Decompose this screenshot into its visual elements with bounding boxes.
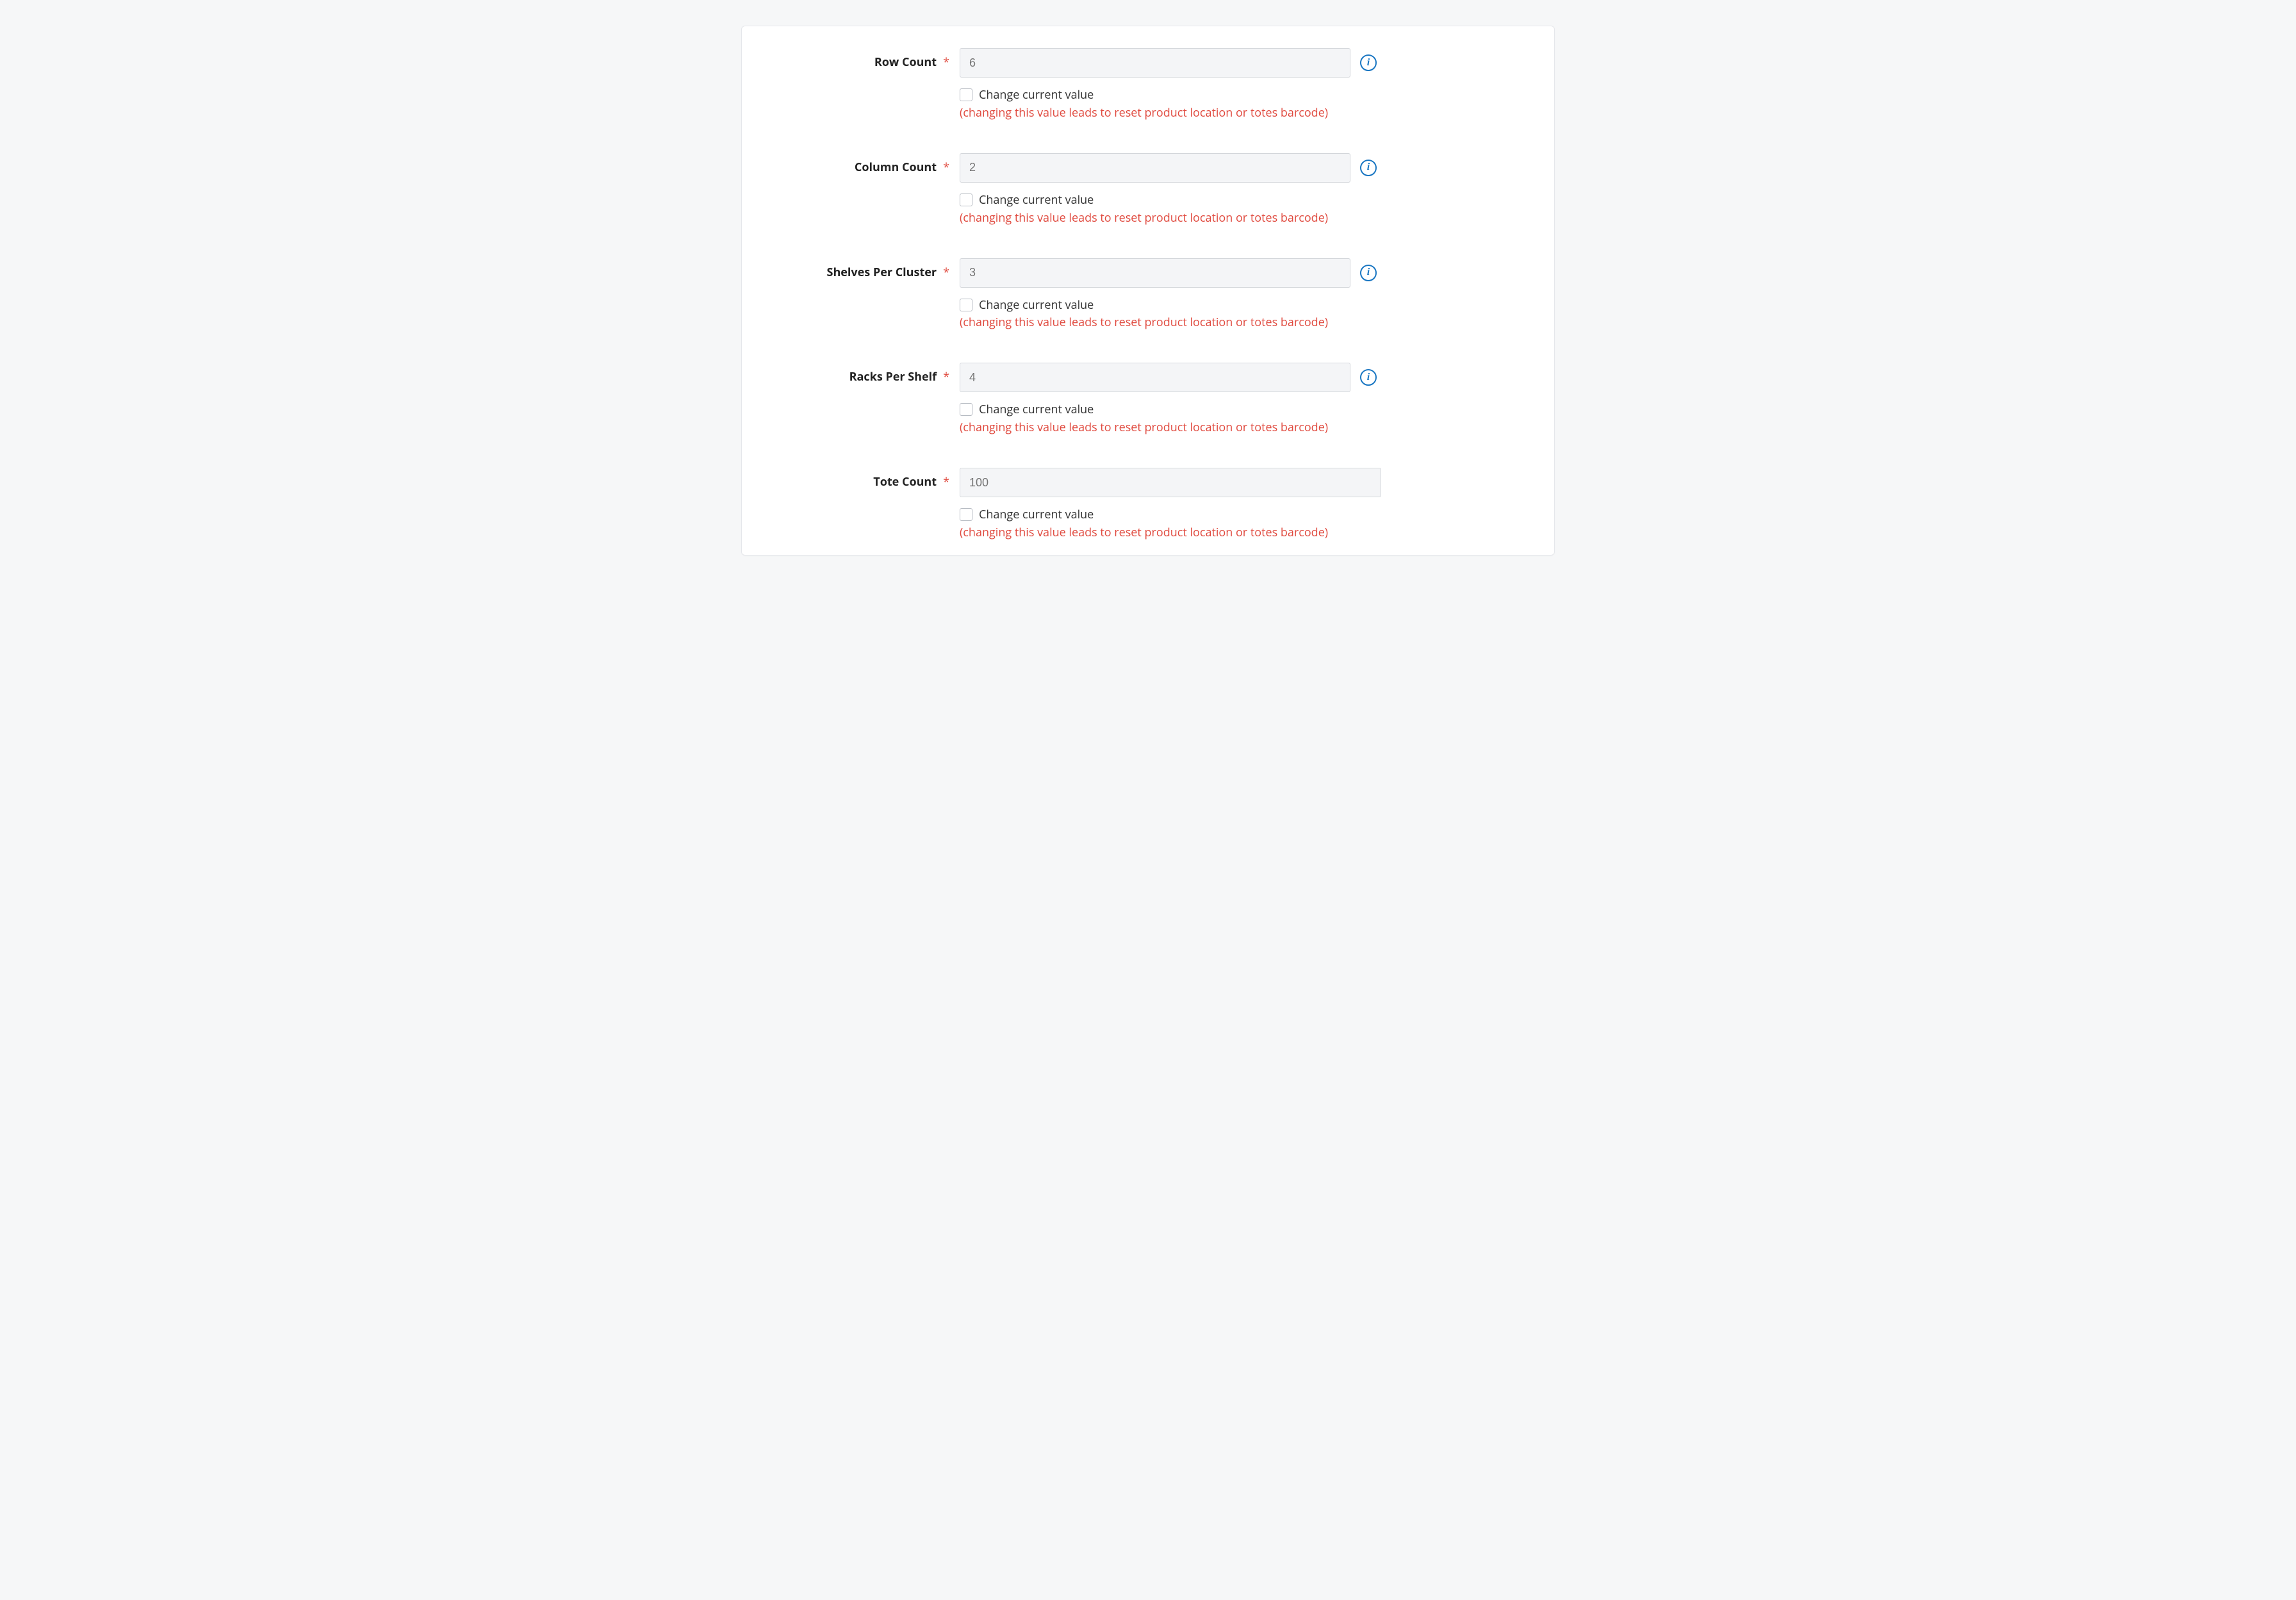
tote-count-change-checkbox[interactable]	[960, 508, 972, 521]
required-mark: *	[943, 54, 949, 70]
info-icon[interactable]: i	[1360, 54, 1377, 71]
racks-per-shelf-change-checkbox[interactable]	[960, 403, 972, 416]
field-column-count: Column Count* i Change current value (ch…	[767, 153, 1529, 227]
settings-card: Row Count* i Change current value (chang…	[741, 26, 1555, 556]
field-tote-count: Tote Count* Change current value (changi…	[767, 468, 1529, 542]
column-count-warning: (changing this value leads to reset prod…	[960, 210, 1328, 227]
required-mark: *	[943, 369, 949, 384]
column-count-change-label: Change current value	[979, 192, 1094, 210]
shelves-per-cluster-label: Shelves Per Cluster*	[767, 258, 960, 281]
racks-per-shelf-change-label: Change current value	[979, 401, 1094, 419]
racks-per-shelf-label: Racks Per Shelf*	[767, 363, 960, 385]
shelves-per-cluster-change-checkbox[interactable]	[960, 299, 972, 311]
shelves-per-cluster-warning: (changing this value leads to reset prod…	[960, 314, 1328, 332]
required-mark: *	[943, 160, 949, 175]
racks-per-shelf-warning: (changing this value leads to reset prod…	[960, 419, 1328, 437]
required-mark: *	[943, 265, 949, 280]
tote-count-warning: (changing this value leads to reset prod…	[960, 524, 1328, 542]
shelves-per-cluster-change-label: Change current value	[979, 297, 1094, 315]
column-count-change-checkbox[interactable]	[960, 194, 972, 206]
tote-count-change-label: Change current value	[979, 506, 1094, 524]
info-icon[interactable]: i	[1360, 160, 1377, 176]
field-racks-per-shelf: Racks Per Shelf* i Change current value …	[767, 363, 1529, 437]
info-icon[interactable]: i	[1360, 369, 1377, 386]
tote-count-label: Tote Count*	[767, 468, 960, 490]
shelves-per-cluster-input[interactable]	[960, 258, 1350, 288]
column-count-input[interactable]	[960, 153, 1350, 183]
racks-per-shelf-input[interactable]	[960, 363, 1350, 392]
field-shelves-per-cluster: Shelves Per Cluster* i Change current va…	[767, 258, 1529, 333]
row-count-change-checkbox[interactable]	[960, 88, 972, 101]
field-row-count: Row Count* i Change current value (chang…	[767, 48, 1529, 122]
row-count-change-label: Change current value	[979, 87, 1094, 104]
info-icon[interactable]: i	[1360, 265, 1377, 281]
row-count-input[interactable]	[960, 48, 1350, 78]
column-count-label: Column Count*	[767, 153, 960, 176]
tote-count-input[interactable]	[960, 468, 1381, 497]
row-count-label: Row Count*	[767, 48, 960, 70]
required-mark: *	[943, 474, 949, 490]
row-count-warning: (changing this value leads to reset prod…	[960, 104, 1328, 122]
